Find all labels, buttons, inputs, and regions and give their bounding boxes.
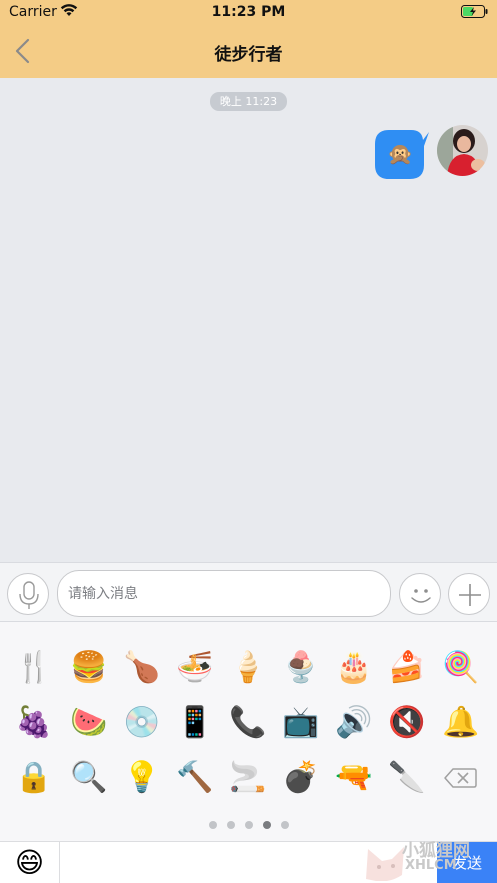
emoji-key[interactable]: 💡 bbox=[122, 758, 162, 798]
emoji-key[interactable]: 📱 bbox=[175, 703, 215, 743]
avatar-photo bbox=[437, 125, 488, 176]
emoji-key[interactable]: 🚬 bbox=[228, 758, 268, 798]
emoji-category-tab[interactable]: 😄 bbox=[0, 842, 60, 883]
voice-button[interactable] bbox=[7, 573, 49, 615]
emoji-key[interactable]: 🔫 bbox=[334, 758, 374, 798]
emoji-button[interactable] bbox=[399, 573, 441, 615]
microphone-icon bbox=[19, 581, 39, 609]
emoji-key[interactable]: 🔨 bbox=[175, 758, 215, 798]
emoji-key[interactable]: 🔒 bbox=[14, 758, 54, 798]
watermark-subtext: XHLCM bbox=[405, 858, 457, 873]
emoji-key[interactable]: 🍉 bbox=[69, 703, 109, 743]
emoji-key[interactable]: 🔊 bbox=[334, 703, 374, 743]
emoji-key[interactable]: 🍰 bbox=[387, 648, 427, 688]
page-dot[interactable] bbox=[280, 821, 289, 829]
emoji-key[interactable]: 🔪 bbox=[387, 758, 427, 798]
page-title: 徒步行者 bbox=[214, 45, 283, 65]
page-dot[interactable] bbox=[244, 821, 253, 829]
emoji-key[interactable]: 🔇 bbox=[387, 703, 427, 743]
emoji-key[interactable]: 📞 bbox=[228, 703, 268, 743]
status-time: 11:23 PM bbox=[211, 4, 286, 20]
emoji-key[interactable]: 🎂 bbox=[334, 648, 374, 688]
plus-icon bbox=[459, 584, 481, 606]
battery-charging-icon bbox=[461, 5, 488, 18]
smiley-icon bbox=[411, 589, 431, 603]
page-dot[interactable] bbox=[208, 821, 217, 829]
emoji-key[interactable]: 🔍 bbox=[69, 758, 109, 798]
emoji-keyboard: 🍴 🍔 🍗 🍜 🍦 🍨 🎂 🍰 🍭 🍇 🍉 💿 📱 📞 📺 🔊 🔇 🔔 🔒 🔍 💡 🔨 🚬 💣 🔫 🔪 bbox=[0, 622, 497, 841]
message-emoji: 🙊 bbox=[387, 142, 414, 166]
emoji-key[interactable]: 🍔 bbox=[69, 648, 109, 688]
emoji-key[interactable]: 💿 bbox=[122, 703, 162, 743]
navigation-bar: Carrier 11:23 PM 徒步行者 bbox=[0, 0, 497, 78]
emoji-key[interactable]: 🍜 bbox=[175, 648, 215, 688]
message-bubble-me[interactable]: 🙊 bbox=[375, 130, 429, 179]
chat-timestamp: 晚上 11:23 bbox=[210, 92, 287, 111]
avatar[interactable] bbox=[437, 125, 488, 176]
emoji-key[interactable]: 💣 bbox=[281, 758, 321, 798]
emoji-key[interactable]: 🍴 bbox=[14, 648, 54, 688]
page-dot[interactable] bbox=[262, 821, 271, 829]
more-button[interactable] bbox=[448, 573, 490, 615]
emoji-key[interactable]: 🍨 bbox=[281, 648, 321, 688]
emoji-key[interactable]: 🔔 bbox=[441, 703, 481, 743]
delete-key-icon[interactable] bbox=[441, 758, 481, 798]
message-input[interactable] bbox=[57, 570, 391, 617]
emoji-key[interactable]: 🍗 bbox=[122, 648, 162, 688]
message-input-bar bbox=[0, 562, 497, 622]
status-bar: Carrier 11:23 PM bbox=[0, 0, 497, 26]
page-indicator[interactable] bbox=[0, 821, 497, 831]
emoji-key[interactable]: 🍦 bbox=[228, 648, 268, 688]
emoji-key[interactable]: 🍇 bbox=[14, 703, 54, 743]
emoji-key[interactable]: 📺 bbox=[281, 703, 321, 743]
page-dot[interactable] bbox=[226, 821, 235, 829]
emoji-key[interactable]: 🍭 bbox=[441, 648, 481, 688]
